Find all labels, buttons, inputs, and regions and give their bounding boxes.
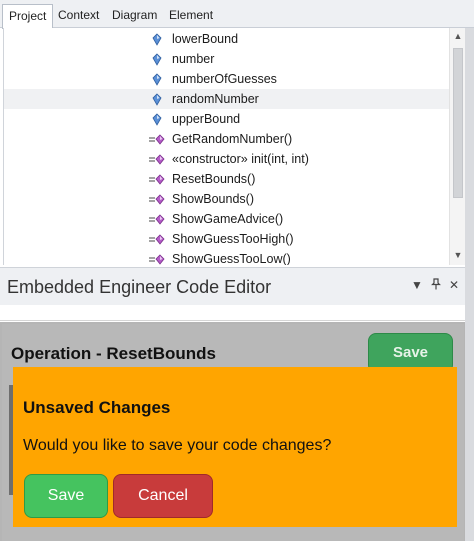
tree-item-label: «constructor» init(int, int) bbox=[172, 152, 309, 166]
tree-item[interactable]: upperBound bbox=[4, 109, 449, 129]
operation-icon bbox=[148, 193, 170, 207]
tab-context[interactable]: Context bbox=[52, 4, 105, 28]
dialog-title: Unsaved Changes bbox=[23, 398, 171, 417]
tree-item[interactable]: ShowGameAdvice() bbox=[4, 209, 449, 229]
app-window: Project Context Diagram Element lowerBou… bbox=[0, 0, 474, 541]
tree-item[interactable]: ResetBounds() bbox=[4, 169, 449, 189]
pin-icon[interactable] bbox=[429, 278, 443, 293]
dialog-save-button[interactable]: Save bbox=[24, 474, 108, 518]
panel-header: Embedded Engineer Code Editor ▼ ✕ bbox=[0, 267, 465, 305]
close-icon[interactable]: ✕ bbox=[447, 278, 461, 292]
tab-bar: Project Context Diagram Element bbox=[0, 0, 474, 29]
dialog-message: Would you like to save your code changes… bbox=[23, 437, 332, 454]
tab-element[interactable]: Element bbox=[163, 4, 219, 28]
tree-item[interactable]: number bbox=[4, 49, 449, 69]
operation-title: Operation - ResetBounds bbox=[11, 344, 216, 363]
tree-scrollbar[interactable]: ▲ ▼ bbox=[449, 28, 465, 265]
unsaved-changes-dialog: Unsaved Changes Would you like to save y… bbox=[13, 367, 457, 527]
operation-icon bbox=[148, 233, 170, 247]
operation-icon bbox=[148, 173, 170, 187]
operation-icon bbox=[148, 253, 170, 265]
tree-item-label: ShowGuessTooLow() bbox=[172, 252, 291, 265]
tree-item-label: randomNumber bbox=[172, 92, 259, 106]
tree-item-label: ShowGuessTooHigh() bbox=[172, 232, 294, 246]
scroll-thumb[interactable] bbox=[453, 48, 463, 198]
attribute-icon bbox=[148, 113, 170, 127]
dialog-cancel-button[interactable]: Cancel bbox=[113, 474, 213, 518]
tree-item[interactable]: ShowGuessTooLow() bbox=[4, 249, 449, 265]
tab-diagram[interactable]: Diagram bbox=[106, 4, 163, 28]
tab-project[interactable]: Project bbox=[2, 4, 54, 29]
tree-item-label: number bbox=[172, 52, 215, 66]
tree-item[interactable]: numberOfGuesses bbox=[4, 69, 449, 89]
tree-item[interactable]: ShowBounds() bbox=[4, 189, 449, 209]
tree-item-label: lowerBound bbox=[172, 32, 239, 46]
scroll-up-icon[interactable]: ▲ bbox=[453, 31, 463, 41]
tree-item[interactable]: randomNumber bbox=[4, 89, 449, 109]
chevron-down-icon[interactable]: ▼ bbox=[410, 278, 424, 292]
tree-item[interactable]: «constructor» init(int, int) bbox=[4, 149, 449, 169]
tree-item-label: upperBound bbox=[172, 112, 241, 126]
scroll-down-icon[interactable]: ▼ bbox=[453, 250, 463, 260]
tree-item-label: GetRandomNumber() bbox=[172, 132, 293, 146]
operation-icon bbox=[148, 133, 170, 147]
panel-toolbar-strip bbox=[0, 305, 465, 321]
operation-icon bbox=[148, 213, 170, 227]
tree-item-label: ShowGameAdvice() bbox=[172, 212, 284, 226]
window-edge bbox=[465, 28, 474, 541]
operation-icon bbox=[148, 153, 170, 167]
tree-item[interactable]: ShowGuessTooHigh() bbox=[4, 229, 449, 249]
attribute-icon bbox=[148, 73, 170, 87]
project-tree[interactable]: lowerBound number numberOfGuesses randomNum… bbox=[3, 28, 449, 265]
tree-item[interactable]: GetRandomNumber() bbox=[4, 129, 449, 149]
attribute-icon bbox=[148, 93, 170, 107]
attribute-icon bbox=[148, 53, 170, 67]
tree-item-label: ResetBounds() bbox=[172, 172, 256, 186]
tree-item[interactable]: lowerBound bbox=[4, 29, 449, 49]
attribute-icon bbox=[148, 33, 170, 47]
panel-title: Embedded Engineer Code Editor bbox=[7, 277, 272, 297]
tree-item-label: ShowBounds() bbox=[172, 192, 254, 206]
tree-item-label: numberOfGuesses bbox=[172, 72, 277, 86]
